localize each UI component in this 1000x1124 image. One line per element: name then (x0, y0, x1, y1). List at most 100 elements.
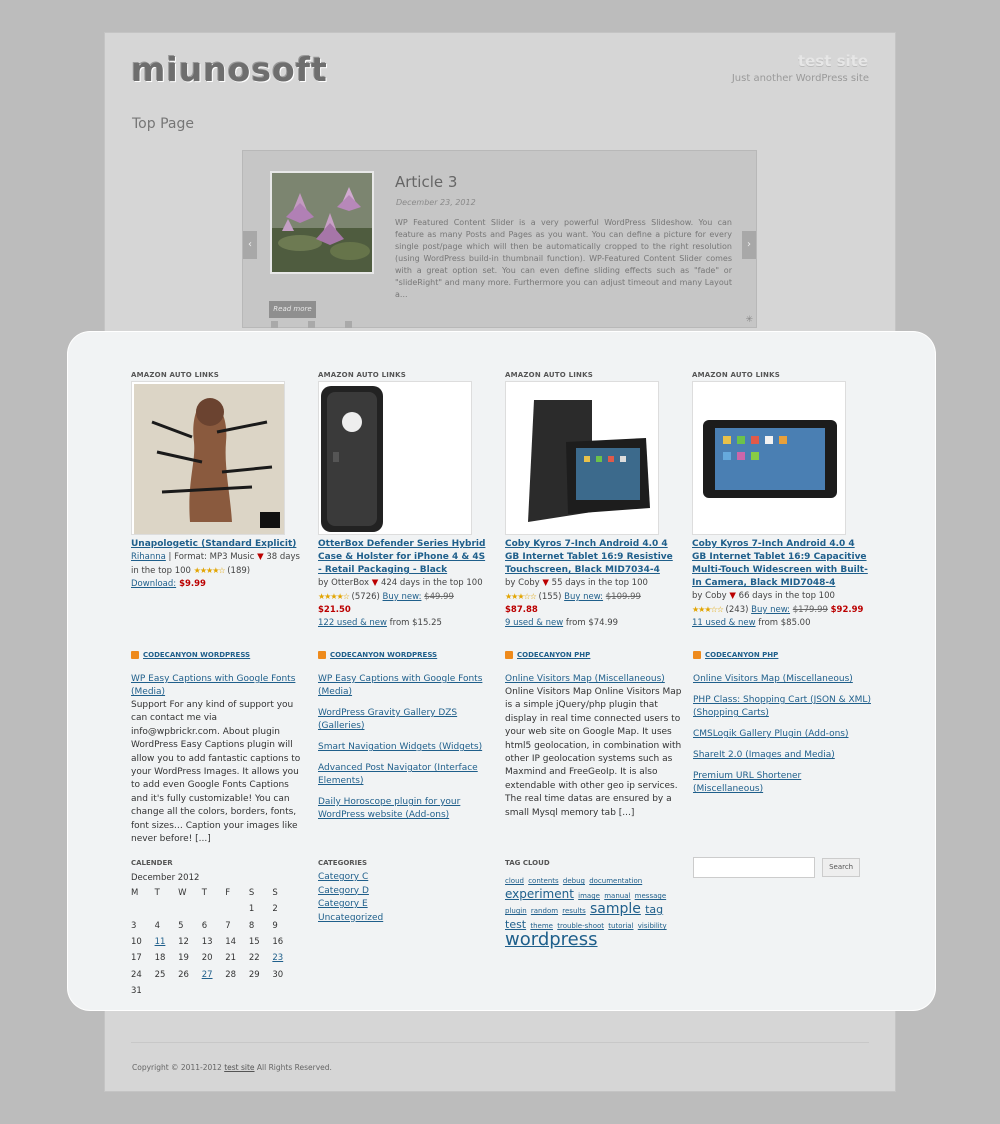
calendar-day: 9 (272, 920, 278, 931)
price: $9.99 (176, 579, 206, 589)
rss-feed-title[interactable]: CODECANYON PHP (517, 651, 590, 659)
calendar-day (225, 983, 249, 999)
site-description: Just another WordPress site (731, 73, 869, 84)
used-new-link[interactable]: 122 used & new (318, 618, 387, 628)
site-title[interactable]: test site (798, 52, 868, 70)
calendar-day[interactable]: 23 (272, 950, 296, 966)
search-input[interactable] (693, 857, 815, 878)
rss-item-link[interactable]: Premium URL Shortener (Miscellaneous) (693, 770, 873, 796)
calendar-day[interactable]: 27 (202, 966, 226, 982)
rss-item-link[interactable]: Online Visitors Map (Miscellaneous) (693, 673, 873, 686)
tag-link[interactable]: tutorial (608, 922, 633, 930)
calendar-day: 17 (131, 953, 142, 964)
download-link[interactable]: Download: (131, 579, 176, 589)
rss-item-link[interactable]: WP Easy Captions with Google Fonts (Medi… (131, 673, 301, 699)
calendar-day: 25 (154, 969, 166, 980)
rss-item-link[interactable]: Advanced Post Navigator (Interface Eleme… (318, 762, 488, 788)
read-more-button[interactable]: Read more (269, 301, 316, 318)
artist-link[interactable]: Rihanna (131, 552, 166, 562)
calendar-day: 10 (131, 937, 142, 948)
rss-icon[interactable] (693, 651, 701, 659)
tag-link[interactable]: manual (604, 892, 630, 900)
rss-icon[interactable] (131, 651, 139, 659)
amazon-widget-2: AMAZON AUTO LINKS OtterBox Defender Seri… (318, 371, 488, 630)
buy-new-link[interactable]: Buy new: (383, 592, 422, 602)
tag-link[interactable]: message (635, 892, 666, 900)
tag-link[interactable]: debug (563, 877, 585, 885)
tag-link[interactable]: experiment (505, 887, 574, 901)
calendar-week: 10 11 12 13 14 15 16 (131, 934, 296, 950)
rss-item-link[interactable]: WP Easy Captions with Google Fonts (Medi… (318, 673, 488, 699)
widget-title: AMAZON AUTO LINKS (505, 371, 593, 379)
rss-feed-title[interactable]: CODECANYON PHP (705, 651, 778, 659)
calendar-day: 5 (178, 920, 184, 931)
rss-item-link[interactable]: CMSLogik Gallery Plugin (Add-ons) (693, 728, 873, 741)
slider-next-button[interactable]: › (742, 231, 756, 259)
tag-link[interactable]: image (578, 892, 600, 900)
rss-item-link[interactable]: ShareIt 2.0 (Images and Media) (693, 749, 873, 762)
slider-dot[interactable] (271, 321, 278, 328)
tag-link[interactable]: visibility (638, 922, 667, 930)
rss-item-link[interactable]: PHP Class: Shopping Cart (JSON & XML) (S… (693, 694, 873, 720)
product-meta: by Coby ▼ 66 days in the top 100 ★★★☆☆ (… (692, 591, 864, 628)
site-logo[interactable]: miunosoft (131, 50, 328, 89)
category-link[interactable]: Uncategorized (318, 912, 488, 926)
calendar-day: 8 (248, 920, 255, 931)
product-image[interactable] (131, 381, 285, 535)
tag-link[interactable]: random (531, 907, 558, 915)
search-widget: Search (693, 857, 861, 878)
calendar-day: 7 (225, 920, 231, 931)
category-link[interactable]: Category D (318, 885, 488, 899)
product-image[interactable] (505, 381, 659, 535)
calendar-day-link[interactable]: 23 (272, 953, 283, 963)
slide-thumbnail[interactable] (270, 171, 374, 274)
product-title[interactable]: Unapologetic (Standard Explicit) (131, 538, 301, 551)
rss-item-link[interactable]: Online Visitors Map (Miscellaneous) (505, 673, 685, 686)
slider-dot[interactable] (345, 321, 352, 328)
rss-item-link[interactable]: WordPress Gravity Gallery DZS (Galleries… (318, 707, 488, 733)
tag-link[interactable]: cloud (505, 877, 524, 885)
search-button[interactable]: Search (822, 858, 861, 877)
tag-link[interactable]: plugin (505, 907, 527, 915)
calendar-day: 16 (272, 937, 284, 948)
calendar-day: 31 (131, 985, 142, 996)
tag-link[interactable]: sample (590, 901, 641, 917)
used-new-link[interactable]: 11 used & new (692, 618, 756, 628)
calendar-day[interactable]: 11 (155, 934, 179, 950)
slide-title[interactable]: Article 3 (395, 173, 457, 191)
product-title[interactable]: Coby Kyros 7-Inch Android 4.0 4 GB Inter… (505, 538, 675, 577)
calendar-day: 6 (201, 920, 208, 931)
slider-pause-icon[interactable]: ✳ (745, 315, 753, 325)
footer-divider (131, 1042, 869, 1043)
product-title[interactable]: OtterBox Defender Series Hybrid Case & H… (318, 538, 488, 577)
rss-item-link[interactable]: Daily Horoscope plugin for your WordPres… (318, 796, 488, 822)
category-link[interactable]: Category C (318, 871, 488, 885)
rss-feed-title[interactable]: CODECANYON WORDPRESS (330, 651, 437, 659)
product-meta: by Coby ▼ 55 days in the top 100 ★★★☆☆ (… (505, 578, 648, 628)
tag-link[interactable]: wordpress (505, 929, 598, 950)
tag-link[interactable]: documentation (589, 877, 642, 885)
rss-item-description: Online Visitors Map Online Visitors Map … (505, 687, 682, 818)
tag-link[interactable]: contents (528, 877, 558, 885)
category-link[interactable]: Category E (318, 898, 488, 912)
rss-item-link[interactable]: Smart Navigation Widgets (Widgets) (318, 741, 488, 754)
tagcloud-widget: TAG CLOUD cloud contents debug documenta… (505, 859, 675, 950)
product-image[interactable] (318, 381, 472, 535)
calendar-day-link[interactable]: 27 (202, 970, 213, 980)
tag-link[interactable]: results (562, 907, 585, 915)
rss-icon[interactable] (318, 651, 326, 659)
amazon-widget-4: AMAZON AUTO LINKS Coby Kyros 7-Inch Andr… (692, 371, 870, 630)
tag-link[interactable]: tag (645, 903, 663, 916)
page-title: Top Page (132, 116, 194, 132)
buy-new-link[interactable]: Buy new: (751, 605, 790, 615)
rss-icon[interactable] (505, 651, 513, 659)
buy-new-link[interactable]: Buy new: (564, 592, 603, 602)
calendar-day-link[interactable]: 11 (155, 937, 166, 947)
used-new-link[interactable]: 9 used & new (505, 618, 563, 628)
footer-site-link[interactable]: test site (224, 1063, 254, 1072)
rss-feed-title[interactable]: CODECANYON WORDPRESS (143, 651, 250, 659)
product-image[interactable] (692, 381, 846, 535)
slider-dot[interactable] (308, 321, 315, 328)
product-title[interactable]: Coby Kyros 7-Inch Android 4.0 4 GB Inter… (692, 538, 870, 590)
slider-prev-button[interactable]: ‹ (243, 231, 257, 259)
